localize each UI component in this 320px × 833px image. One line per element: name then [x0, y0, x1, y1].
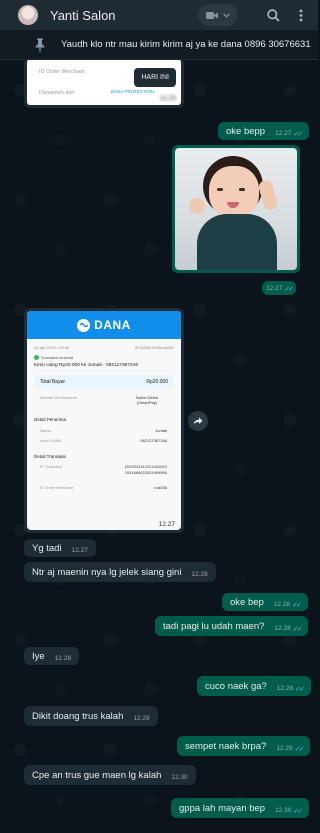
message-text: Dikit doang trus kalah — [32, 710, 124, 722]
chat-area[interactable]: ID Order Merchant Dananilah dari DANA PR… — [0, 60, 318, 833]
txn-id-label: ID Transaksi — [40, 464, 63, 469]
forward-button[interactable] — [188, 411, 208, 431]
forward-icon — [193, 417, 203, 425]
dana-protection-label: DANA PROTECTION — [111, 89, 155, 94]
search-button[interactable] — [264, 6, 282, 24]
method-value: Saldo DANA (SmartPay) — [135, 395, 159, 405]
message-text: cuco naek ga? — [205, 680, 267, 692]
message-text: tadi pagi lu udah maen? — [163, 620, 265, 632]
double-check-icon: ✓✓ — [292, 625, 303, 633]
double-check-icon: ✓✓ — [292, 601, 302, 609]
incoming-receipt-message[interactable]: DANA 13 Apr 2023 • 09:46 ID DANA 0896•••… — [24, 308, 184, 533]
outgoing-message[interactable]: tadi pagi lu udah maen? 12.28 ✓✓ — [155, 616, 309, 636]
message-time: 12.28 — [191, 571, 208, 578]
outgoing-photo-message[interactable] — [172, 145, 300, 273]
pinned-message-text: Yaudh klo ntr mau kirim kirim aj ya ke d… — [61, 39, 311, 50]
merchant-label: ID Order Merchant — [40, 485, 74, 490]
contact-name[interactable]: Yanti Salon — [50, 8, 198, 23]
message-time: 12.25 — [159, 95, 176, 102]
menu-button[interactable] — [292, 6, 310, 24]
message-time: 12.29 — [133, 715, 150, 722]
txn-header: Detail Transaksi — [34, 454, 67, 459]
pinned-message-bar[interactable]: Yaudh klo ntr mau kirim kirim aj ya ke d… — [0, 30, 318, 60]
double-check-icon: ✓✓ — [295, 685, 305, 693]
message-time: 12.27 — [266, 285, 283, 292]
message-text: Yg tadi — [32, 542, 62, 554]
double-check-icon: ✓✓ — [294, 745, 305, 753]
message-time: 12.30 — [275, 807, 292, 814]
video-call-button[interactable] — [198, 4, 238, 26]
receipt-status: Transaksi berhasil — [34, 355, 73, 360]
receipt-image-top[interactable]: ID Order Merchant Dananilah dari DANA PR… — [24, 60, 184, 108]
message-time: 12.28 — [276, 685, 294, 692]
search-icon — [266, 8, 280, 22]
avatar[interactable] — [18, 5, 38, 25]
message-time: 12.27 — [158, 521, 175, 528]
message-time: 12.28 — [274, 625, 291, 632]
message-text: gppa lah mayan bep — [179, 802, 266, 814]
incoming-message[interactable]: Dikit doang trus kalah 12.29 — [24, 706, 158, 726]
txn-id-value: 2023041310121420010 1031669022021999594 — [124, 464, 167, 475]
method-label: Metode Pembayaran — [40, 395, 78, 400]
chat-header: Yanti Salon — [0, 0, 318, 30]
receipt-brand-line: Dananilah dari — [39, 90, 75, 96]
receipt-id-dana: ID DANA 0896•••6631 — [134, 345, 174, 350]
photo[interactable] — [175, 148, 297, 270]
outgoing-message[interactable]: cuco naek ga? 12.28 ✓✓ — [197, 676, 311, 696]
incoming-message[interactable]: Iye 12.28 — [24, 647, 79, 665]
total-bayar-row: Total Bayar Rp20.000 — [34, 375, 174, 389]
dana-logo-bar: DANA — [27, 311, 181, 339]
message-text: oke bepp — [226, 125, 266, 137]
message-text: Cpe an trus gue maen lg kalah — [32, 769, 162, 781]
message-time: 12.27 — [71, 547, 88, 554]
message-time: 12.29 — [276, 745, 293, 752]
chevron-down-icon — [223, 12, 230, 18]
recipient-header: Detail Penerima — [34, 417, 67, 422]
outgoing-photo-time: 12.27 ✓✓ — [262, 281, 297, 295]
receipt-title: Kirim Uang Rp20.000 ke Jumati - 08212736… — [34, 363, 138, 368]
message-time: 12.28 — [54, 655, 71, 662]
outgoing-message[interactable]: gppa lah mayan bep 12.30 ✓✓ — [171, 798, 310, 818]
dana-receipt-image[interactable]: DANA 13 Apr 2023 • 09:46 ID DANA 0896•••… — [27, 311, 181, 530]
outgoing-message[interactable]: oke bepp 12.27 ✓✓ — [218, 122, 310, 140]
receipt-label: ID Order Merchant — [39, 69, 85, 75]
date-badge: HARI INI — [134, 68, 176, 87]
merchant-value: •••a536 — [153, 485, 167, 490]
pin-icon — [34, 38, 46, 52]
account-label: Akun DANA — [40, 438, 62, 443]
message-text: Ntr aj maenin nya lg jelek siang gini — [32, 566, 182, 578]
receipt-date: 13 Apr 2023 • 09:46 — [34, 345, 70, 350]
dana-logo-icon — [77, 318, 91, 332]
message-text: Iye — [32, 650, 45, 662]
message-text: sempet naek brpa? — [185, 740, 267, 752]
dana-logo: DANA — [94, 318, 131, 332]
name-label: Nama — [40, 428, 51, 433]
incoming-message[interactable]: Cpe an trus gue maen lg kalah 12.30 — [24, 765, 196, 785]
success-check-icon — [34, 355, 39, 360]
menu-icon — [299, 9, 303, 22]
double-check-icon: ✓✓ — [293, 130, 303, 138]
double-check-icon: ✓✓ — [284, 285, 294, 293]
account-value: 082127367246 — [140, 438, 167, 443]
double-check-icon: ✓✓ — [293, 807, 303, 815]
message-time: 12.28 — [273, 601, 291, 608]
message-time: 12.27 — [275, 130, 292, 137]
message-text: oke bep — [230, 596, 264, 608]
incoming-message[interactable]: Yg tadi 12.27 — [24, 539, 96, 557]
outgoing-message[interactable]: oke bep 12.28 ✓✓ — [222, 593, 308, 611]
incoming-message[interactable]: Ntr aj maenin nya lg jelek siang gini 12… — [24, 562, 216, 582]
video-call-icon — [206, 11, 218, 20]
message-time: 12.30 — [171, 774, 188, 781]
name-value: Jumati — [155, 428, 167, 433]
outgoing-message[interactable]: sempet naek brpa? 12.29 ✓✓ — [177, 736, 311, 756]
